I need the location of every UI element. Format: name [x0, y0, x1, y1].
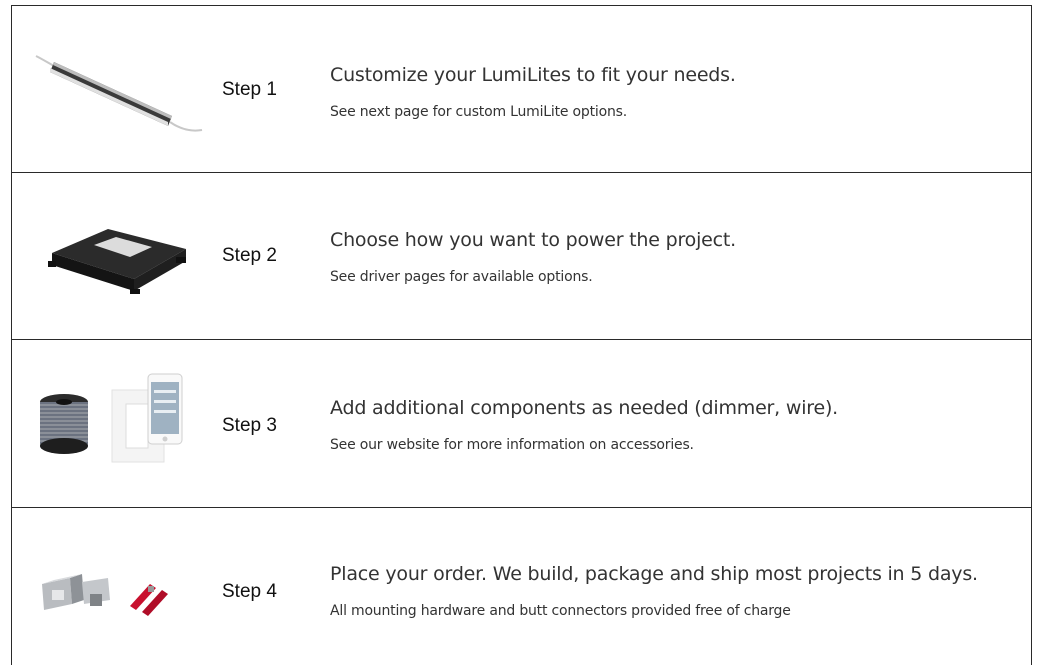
led-driver-icon: [48, 229, 186, 294]
step-description: See driver pages for available options.: [330, 269, 593, 285]
mounting-hardware-and-connectors-icon: [42, 574, 168, 616]
step-label: Step 3: [222, 415, 277, 436]
wire-spool-and-dimmer-icon: [40, 373, 183, 463]
step-headline: Add additional components as needed (dim…: [330, 397, 839, 419]
step-label: Step 1: [222, 79, 277, 100]
step-row-4: Step 4 Place your order. We build, packa…: [12, 508, 1031, 666]
step-label: Step 4: [222, 581, 277, 602]
led-light-bar-icon: [35, 55, 203, 132]
step-row-1: Step 1 Customize your LumiLites to fit y…: [12, 6, 1031, 173]
step-headline: Choose how you want to power the project…: [330, 229, 736, 251]
step-headline: Place your order. We build, package and …: [330, 563, 978, 585]
step-description: See next page for custom LumiLite option…: [330, 104, 627, 120]
steps-table: Step 1 Customize your LumiLites to fit y…: [11, 5, 1032, 665]
step-row-3: Step 3 Add additional components as need…: [12, 340, 1031, 508]
step-description: See our website for more information on …: [330, 437, 694, 453]
step-label: Step 2: [222, 245, 277, 266]
step-row-2: Step 2 Choose how you want to power the …: [12, 173, 1031, 340]
step-headline: Customize your LumiLites to fit your nee…: [330, 64, 736, 86]
step-description: All mounting hardware and butt connector…: [330, 603, 791, 619]
